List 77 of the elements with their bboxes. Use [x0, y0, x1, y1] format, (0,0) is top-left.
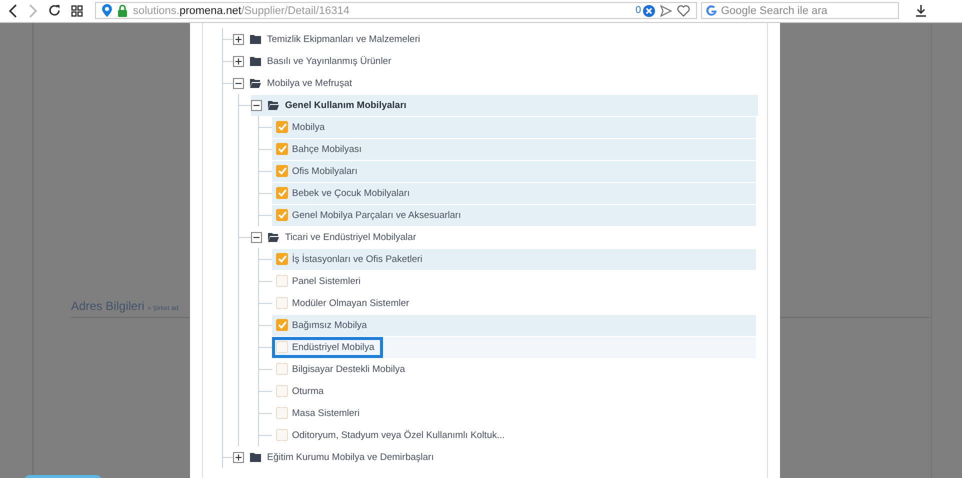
- tree-row[interactable]: Genel Kullanım Mobilyaları: [251, 94, 758, 116]
- download-icon[interactable]: [915, 4, 927, 17]
- checkbox[interactable]: [276, 407, 288, 419]
- url-text: solutions.promena.net/Supplier/Detail/16314: [133, 4, 350, 16]
- tree-item-label: Modüler Olmayan Sistemler: [292, 298, 410, 308]
- checkbox[interactable]: [276, 363, 288, 375]
- checkbox[interactable]: [276, 319, 288, 331]
- tree-item-label: İş İstasyonları ve Ofis Paketleri: [292, 254, 422, 264]
- tree-item-label: Bebek ve Çocuk Mobilyaları: [292, 188, 410, 198]
- tree-item-label: Genel Mobilya Parçaları ve Aksesuarları: [292, 210, 461, 220]
- tree-item[interactable]: Temizlik Ekipmanları ve Malzemeleri: [267, 34, 420, 44]
- tree-row[interactable]: Endüstriyel Mobilya: [272, 336, 756, 358]
- toggle-icon[interactable]: [251, 232, 262, 242]
- folder-icon: [250, 56, 261, 66]
- tree-item-label: Oditoryum, Stadyum veya Özel Kullanımlı Koltuk...: [292, 430, 505, 440]
- folder-icon: [250, 34, 261, 44]
- back-icon[interactable]: [8, 4, 18, 18]
- tree-row[interactable]: Bebek ve Çocuk Mobilyaları: [272, 182, 756, 204]
- location-pin-icon: [102, 4, 112, 17]
- tree-row[interactable]: Bahçe Mobilyası: [272, 138, 756, 160]
- tree-row[interactable]: Oditoryum, Stadyum veya Özel Kullanımlı Koltuk...: [272, 424, 756, 446]
- tree-item-label: Bahçe Mobilyası: [292, 144, 362, 154]
- section-title: Adres Bilgileri: [71, 299, 144, 313]
- tree-item-label: Bilgisayar Destekli Mobilya: [292, 364, 405, 374]
- tree-row[interactable]: Genel Mobilya Parçaları ve Aksesuarları: [272, 204, 756, 226]
- tree-item[interactable]: Eğitim Kurumu Mobilya ve Demirbaşları: [267, 452, 434, 462]
- checkbox[interactable]: [276, 121, 288, 133]
- tree-row[interactable]: İş İstasyonları ve Ofis Paketleri: [272, 248, 756, 270]
- toggle-icon[interactable]: [233, 452, 244, 462]
- open-folder-icon: [268, 232, 279, 242]
- lock-icon: [117, 4, 128, 17]
- checkbox[interactable]: [276, 341, 288, 353]
- tree-row[interactable]: Mobilya: [272, 116, 756, 138]
- toggle-icon[interactable]: [233, 34, 244, 44]
- reload-icon[interactable]: [48, 4, 61, 17]
- toggle-icon[interactable]: [233, 78, 244, 88]
- heart-icon[interactable]: [677, 4, 690, 16]
- folder-icon: [250, 452, 261, 462]
- tree-item-label: Endüstriyel Mobilya: [292, 342, 374, 352]
- checkbox[interactable]: [276, 143, 288, 155]
- open-folder-icon: [250, 78, 261, 88]
- checkbox[interactable]: [276, 253, 288, 265]
- open-folder-icon: [268, 100, 279, 110]
- tree-row[interactable]: Bağımsız Mobilya: [272, 314, 756, 336]
- toggle-icon[interactable]: [233, 56, 244, 66]
- tree-row[interactable]: Bilgisayar Destekli Mobilya: [272, 358, 756, 380]
- tree-item-label: Ticari ve Endüstriyel Mobilyalar: [285, 232, 416, 242]
- toggle-icon[interactable]: [251, 100, 262, 110]
- checkbox[interactable]: [276, 429, 288, 441]
- send-icon[interactable]: [660, 4, 672, 16]
- checkbox[interactable]: [276, 187, 288, 199]
- checkbox[interactable]: [276, 209, 288, 221]
- tree-row[interactable]: Masa Sistemleri: [272, 402, 756, 424]
- search-field[interactable]: Google Search ile ara: [701, 2, 899, 19]
- tree-row[interactable]: Oturma: [272, 380, 756, 402]
- tree-row[interactable]: Panel Sistemleri: [272, 270, 756, 292]
- counter-text: 0: [635, 5, 641, 16]
- checkbox[interactable]: [276, 385, 288, 397]
- tree-item-label: Panel Sistemleri: [292, 276, 361, 286]
- google-icon: [706, 5, 717, 16]
- tree-item-label: Genel Kullanım Mobilyaları: [285, 100, 406, 110]
- grid-icon[interactable]: [71, 4, 83, 16]
- tree-row[interactable]: Modüler Olmayan Sistemler: [272, 292, 756, 314]
- tree-item-label: Bağımsız Mobilya: [292, 320, 367, 330]
- tree-item-label: Oturma: [292, 386, 324, 396]
- address-bar[interactable]: solutions.promena.net/Supplier/Detail/16314 0: [95, 2, 697, 19]
- tree-item[interactable]: Mobilya ve Mefruşat: [267, 78, 352, 88]
- checkbox[interactable]: [276, 275, 288, 287]
- tree-item-label: Masa Sistemleri: [292, 408, 360, 418]
- checkbox[interactable]: [276, 165, 288, 177]
- checkbox[interactable]: [276, 297, 288, 309]
- tree-item-label: Mobilya: [292, 122, 325, 132]
- tree-row[interactable]: Ofis Mobilyaları: [272, 160, 756, 182]
- tree-item[interactable]: Basılı ve Yayınlanmış Ürünler: [267, 56, 392, 66]
- forward-icon[interactable]: [28, 4, 38, 18]
- tree-item-label: Ofis Mobilyaları: [292, 166, 358, 176]
- tree-row[interactable]: Ticari ve Endüstriyel Mobilyalar: [251, 226, 758, 248]
